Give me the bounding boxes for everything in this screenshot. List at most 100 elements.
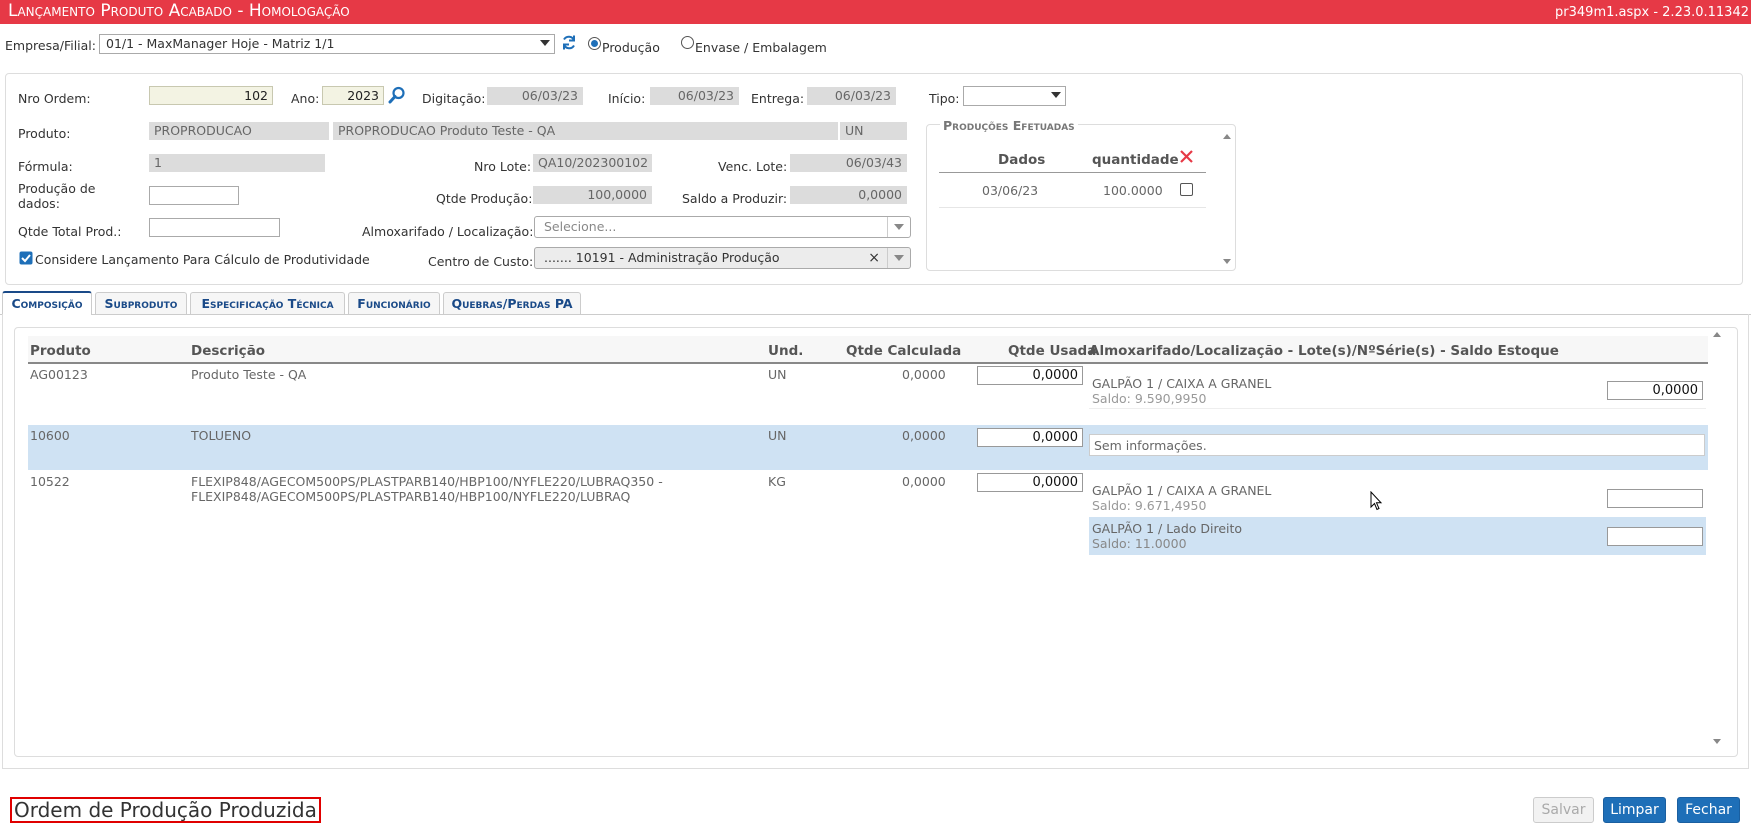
produto-codigo-field: PROPRODUCAO — [149, 122, 329, 140]
company-label: Empresa/Filial: — [5, 38, 96, 53]
qtde-total-input[interactable] — [149, 218, 280, 237]
digitacao-field: 06/03/23 — [487, 87, 583, 105]
col-qtde-usada: Qtde Usada — [1008, 343, 1097, 359]
considere-checkbox[interactable] — [19, 251, 33, 268]
qtde-producao-field: 100,0000 — [533, 186, 652, 204]
mouse-cursor-icon — [1370, 491, 1383, 511]
row-produto: 10600 — [30, 428, 70, 443]
nro-ordem-field[interactable]: 102 — [149, 86, 273, 105]
version-label: pr349m1.aspx - 2.23.0.11342 — [1555, 5, 1749, 20]
produto-label: Produto: — [18, 126, 71, 141]
producao-dados-input[interactable] — [149, 186, 239, 205]
status-message: Ordem de Produção Produzida — [10, 797, 321, 823]
qtde-usada-input[interactable]: 0,0000 — [977, 428, 1083, 447]
venc-lote-field: 06/03/43 — [790, 154, 907, 172]
digitacao-label: Digitação: — [422, 91, 486, 106]
row-descricao-line1: FLEXIP848/AGECOM500PS/PLASTPARB140/HBP10… — [191, 474, 663, 489]
row-qtde-calculada: 0,0000 — [902, 428, 946, 443]
producoes-col-quantidade: quantidade — [1092, 152, 1179, 168]
formula-field: 1 — [149, 154, 325, 172]
saldo-field: 0,0000 — [790, 186, 907, 204]
nro-ordem-label: Nro Ordem: — [18, 91, 91, 106]
producoes-row-dados: 03/06/23 — [982, 183, 1039, 198]
centro-custo-value: ....... 10191 - Administração Produção — [544, 250, 780, 265]
ano-label: Ano: — [291, 91, 320, 106]
inicio-label: Início: — [608, 91, 646, 106]
producoes-row-quantidade: 100.0000 — [1103, 183, 1163, 198]
location-saldo: Saldo: 11.0000 — [1092, 536, 1187, 551]
location-saldo: Saldo: 9.671,4950 — [1092, 498, 1207, 513]
row-produto: AG00123 — [30, 367, 88, 382]
saldo-label: Saldo a Produzir: — [682, 191, 788, 206]
producoes-row-divider — [939, 207, 1206, 208]
close-button[interactable]: Fechar — [1677, 797, 1740, 823]
qtde-usada-input[interactable]: 0,0000 — [977, 473, 1083, 492]
location-name: GALPÃO 1 / Lado Direito — [1092, 521, 1243, 536]
tipo-label: Tipo: — [929, 91, 960, 106]
radio-producao[interactable] — [588, 37, 601, 50]
no-info-message: Sem informações. — [1089, 434, 1705, 456]
search-icon[interactable] — [388, 86, 406, 104]
row-und: UN — [768, 428, 787, 443]
producoes-panel — [926, 124, 1236, 271]
row-qtde-calculada: 0,0000 — [902, 474, 946, 489]
producoes-scrollbar[interactable] — [1223, 134, 1231, 264]
qtde-total-label: Qtde Total Prod.: — [18, 224, 122, 239]
location-name: GALPÃO 1 / CAIXA A GRANEL — [1092, 376, 1272, 391]
location-name: GALPÃO 1 / CAIXA A GRANEL — [1092, 483, 1272, 498]
location-saldo: Saldo: 9.590,9950 — [1092, 391, 1207, 406]
producoes-col-dados: Dados — [998, 152, 1046, 168]
col-produto: Produto — [30, 343, 91, 359]
producao-dados-label: Produção de dados: — [18, 181, 96, 211]
tab-funcionario[interactable]: Funcionário — [348, 292, 440, 314]
row-und: UN — [768, 367, 787, 382]
location-qty-input[interactable] — [1607, 489, 1703, 508]
producoes-header-divider — [939, 172, 1206, 173]
radio-envase[interactable] — [681, 36, 694, 49]
col-almox: Almoxarifado/Localização - Lote(s)/NºSér… — [1089, 343, 1559, 359]
row-qtde-calculada: 0,0000 — [902, 367, 946, 382]
tab-subproduto[interactable]: Subproduto — [95, 292, 187, 314]
delete-icon[interactable] — [1180, 150, 1193, 163]
company-select[interactable]: 01/1 - MaxManager Hoje - Matriz 1/1 — [99, 34, 555, 54]
chevron-down-icon — [887, 248, 910, 268]
chevron-down-icon — [1051, 92, 1061, 98]
radio-envase-label: Envase / Embalagem — [695, 40, 827, 55]
tab-composicao[interactable]: Composição — [2, 291, 92, 315]
nro-lote-label: Nro Lote: — [474, 159, 532, 174]
qtde-producao-label: Qtde Produção: — [436, 191, 533, 206]
row-produto: 10522 — [30, 474, 70, 489]
clear-icon[interactable]: × — [868, 250, 880, 266]
entrega-field: 06/03/23 — [807, 87, 896, 105]
producoes-title: Produções Efetuadas — [940, 118, 1078, 133]
row-und: KG — [768, 474, 786, 489]
location-qty-input[interactable] — [1607, 527, 1703, 546]
producoes-row-checkbox[interactable] — [1180, 183, 1193, 196]
formula-label: Fórmula: — [18, 159, 73, 174]
row-descricao: Produto Teste - QA — [191, 367, 307, 382]
refresh-icon[interactable] — [561, 34, 577, 51]
page-title: Lançamento Produto Acabado - Homologação — [8, 1, 350, 21]
nro-lote-field: QA10/202300102 — [533, 154, 652, 172]
clear-button[interactable]: Limpar — [1603, 797, 1666, 823]
radio-producao-label: Produção — [602, 40, 660, 55]
col-und: Und. — [768, 343, 804, 359]
tab-quebras-perdas[interactable]: Quebras/Perdas PA — [443, 292, 581, 314]
tipo-select[interactable] — [963, 86, 1066, 106]
company-select-value: 01/1 - MaxManager Hoje - Matriz 1/1 — [106, 36, 335, 51]
location-qty-input[interactable]: 0,0000 — [1607, 381, 1703, 400]
grid-scrollbar[interactable] — [1712, 332, 1722, 744]
row-descricao-line2: FLEXIP848/AGECOM500PS/PLASTPARB140/HBP10… — [191, 489, 631, 504]
ano-field[interactable]: 2023 — [322, 86, 384, 105]
centro-custo-label: Centro de Custo: — [428, 254, 534, 269]
centro-custo-select[interactable]: ....... 10191 - Administração Produção × — [534, 247, 911, 269]
chevron-down-icon — [540, 40, 550, 46]
produto-descricao-field: PROPRODUCAO Produto Teste - QA — [333, 122, 838, 140]
tab-especificacao-tecnica[interactable]: Especificação Técnica — [190, 292, 345, 314]
chevron-down-icon — [887, 217, 910, 237]
produto-unidade-field: UN — [840, 122, 907, 140]
save-button[interactable]: Salvar — [1533, 797, 1594, 823]
inicio-field: 06/03/23 — [650, 87, 739, 105]
qtde-usada-input[interactable]: 0,0000 — [977, 366, 1083, 385]
almox-select[interactable]: Selecione... — [534, 216, 911, 238]
